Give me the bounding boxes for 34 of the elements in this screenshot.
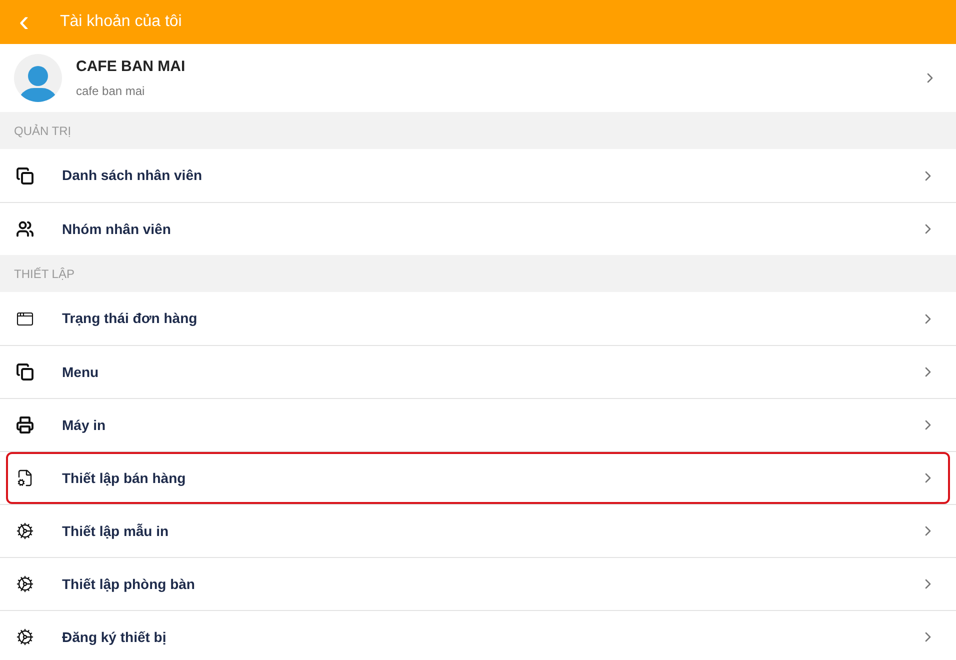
profile-subtitle: cafe ban mai: [76, 82, 146, 100]
documents-icon: [16, 166, 34, 184]
menu-item[interactable]: Nhóm nhân viên: [6, 203, 950, 255]
menu-item-label: Menu: [62, 362, 100, 382]
gear-icon: [16, 575, 34, 593]
menu-item[interactable]: Menu: [6, 346, 950, 398]
window-icon: [16, 310, 34, 328]
menu-item[interactable]: Thiết lập phòng bàn: [6, 558, 950, 610]
avatar: [14, 54, 62, 102]
menu-item[interactable]: Máy in: [6, 399, 950, 451]
menu-item[interactable]: Danh sách nhân viên: [6, 149, 950, 202]
printer-icon: [16, 416, 34, 434]
menu-item-label: Thiết lập bán hàng: [62, 468, 187, 488]
menu-item[interactable]: Thiết lập bán hàng: [6, 452, 950, 504]
file-gear-icon: [16, 469, 34, 487]
menu-item-label: Danh sách nhân viên: [62, 166, 204, 185]
gear-icon: [16, 522, 34, 540]
menu-item-label: Thiết lập phòng bàn: [62, 574, 196, 594]
menu-item[interactable]: Đăng ký thiết bị: [6, 611, 950, 660]
menu-item-label: Nhóm nhân viên: [62, 220, 172, 238]
profile-name: CAFE BAN MAI: [76, 57, 186, 78]
page-title: Tài khoản của tôi: [60, 12, 182, 32]
menu-item-label: Đăng ký thiết bị: [62, 628, 168, 647]
menu-item[interactable]: Trạng thái đơn hàng: [6, 292, 950, 345]
section-header: QUẢN TRỊ: [14, 122, 72, 140]
people-icon: [16, 220, 34, 238]
menu-item-label: Máy in: [62, 416, 107, 435]
section-header: THIẾT LẬP: [14, 266, 74, 282]
gear-icon: [16, 628, 34, 646]
menu-item-label: Trạng thái đơn hàng: [62, 309, 198, 328]
menu-item[interactable]: Thiết lập mẫu in: [6, 505, 950, 557]
profile-row[interactable]: CAFE BAN MAI cafe ban mai: [0, 44, 956, 112]
documents-icon: [16, 363, 34, 381]
menu-item-label: Thiết lập mẫu in: [62, 522, 170, 541]
